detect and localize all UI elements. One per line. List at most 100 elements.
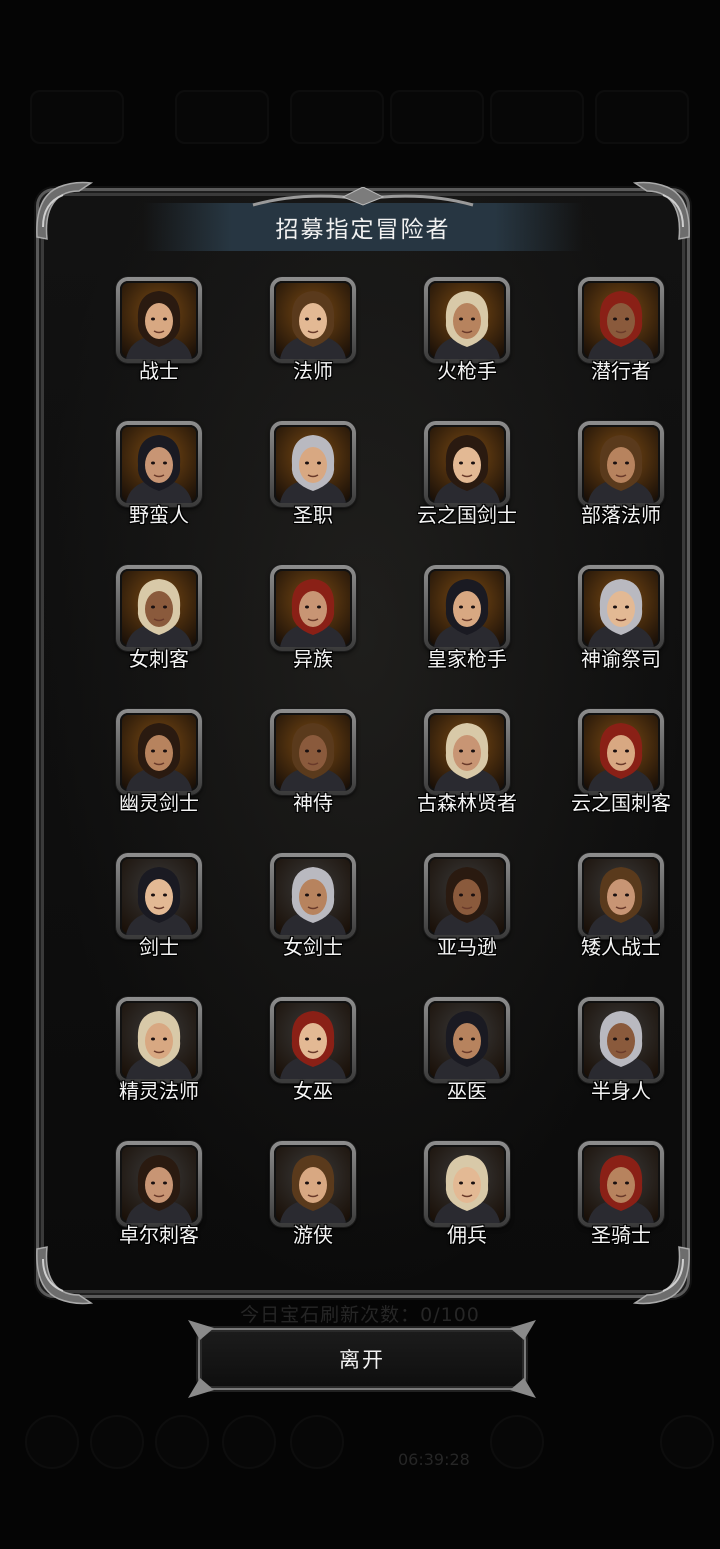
class-name-label: 云之国剑士 [417, 503, 517, 527]
portrait-frame[interactable] [270, 565, 356, 651]
portrait-frame[interactable] [424, 997, 510, 1083]
class-name-label: 战士 [139, 359, 179, 383]
beast-demon-portrait-icon [274, 569, 352, 647]
drow-assassin-portrait-icon [120, 1145, 198, 1223]
portrait-frame[interactable] [578, 565, 664, 651]
portrait-frame[interactable] [116, 853, 202, 939]
class-name-label: 矮人战士 [581, 935, 661, 959]
portrait-frame[interactable] [116, 997, 202, 1083]
portrait-frame[interactable] [116, 709, 202, 795]
portrait-frame[interactable] [578, 421, 664, 507]
portrait-frame[interactable] [116, 277, 202, 363]
portrait-frame[interactable] [270, 853, 356, 939]
portrait-frame[interactable] [270, 709, 356, 795]
button-spike-icon [188, 1320, 214, 1340]
class-option[interactable]: 女刺客 [86, 565, 240, 695]
class-option[interactable]: 精灵法师 [86, 997, 240, 1127]
class-option[interactable]: 异族 [240, 565, 394, 695]
portrait-frame[interactable] [424, 277, 510, 363]
ranger-portrait-icon [274, 1145, 352, 1223]
cloud-assassin-portrait-icon [582, 713, 660, 791]
class-option[interactable]: 野蛮人 [86, 421, 240, 551]
portrait-frame[interactable] [270, 1141, 356, 1227]
class-option[interactable]: 女巫 [240, 997, 394, 1127]
class-option[interactable]: 圣骑士 [548, 1141, 702, 1271]
class-option[interactable]: 皇家枪手 [394, 565, 548, 695]
background-icon [90, 1415, 144, 1469]
portrait-frame[interactable] [424, 565, 510, 651]
class-option[interactable]: 游侠 [240, 1141, 394, 1271]
swordsman-portrait-icon [120, 857, 198, 935]
background-slot [290, 90, 384, 144]
class-option[interactable]: 亚马逊 [394, 853, 548, 983]
portrait-frame[interactable] [424, 709, 510, 795]
class-option[interactable]: 法师 [240, 277, 394, 407]
class-option[interactable]: 潜行者 [548, 277, 702, 407]
leave-button[interactable]: 离开 [188, 1320, 536, 1398]
background-icon [25, 1415, 79, 1469]
class-name-label: 云之国刺客 [571, 791, 671, 815]
masked-rogue-portrait-icon [582, 281, 660, 359]
portrait-background [582, 1001, 660, 1079]
class-grid: 战士 法师 火枪手 潜行者 野蛮人 圣职 云之国剑士 部落法师 女刺客 异族 皇家枪手 神谕祭司 幽灵剑… [86, 277, 671, 1277]
portrait-frame[interactable] [270, 997, 356, 1083]
portrait-background [274, 1001, 352, 1079]
class-option[interactable]: 神谕祭司 [548, 565, 702, 695]
portrait-background [582, 569, 660, 647]
class-option[interactable]: 圣职 [240, 421, 394, 551]
class-option[interactable]: 幽灵剑士 [86, 709, 240, 839]
paladin-portrait-icon [582, 1145, 660, 1223]
portrait-background [120, 1145, 198, 1223]
portrait-frame[interactable] [270, 277, 356, 363]
class-option[interactable]: 部落法师 [548, 421, 702, 551]
portrait-frame[interactable] [116, 565, 202, 651]
portrait-background [428, 425, 506, 503]
barbarian-portrait-icon [120, 425, 198, 503]
class-option[interactable]: 卓尔刺客 [86, 1141, 240, 1271]
portrait-background [120, 569, 198, 647]
portrait-background [428, 281, 506, 359]
portrait-frame[interactable] [270, 421, 356, 507]
portrait-frame[interactable] [424, 421, 510, 507]
portrait-frame[interactable] [578, 853, 664, 939]
portrait-frame[interactable] [424, 853, 510, 939]
tribal-mage-portrait-icon [582, 425, 660, 503]
class-option[interactable]: 半身人 [548, 997, 702, 1127]
background-icon [222, 1415, 276, 1469]
background-top-bar [0, 80, 720, 150]
class-option[interactable]: 剑士 [86, 853, 240, 983]
mercenary-portrait-icon [428, 1145, 506, 1223]
portrait-frame[interactable] [116, 1141, 202, 1227]
class-option[interactable]: 云之国刺客 [548, 709, 702, 839]
portrait-frame[interactable] [116, 421, 202, 507]
portrait-frame[interactable] [578, 997, 664, 1083]
portrait-background [274, 569, 352, 647]
background-slot [490, 90, 584, 144]
class-option[interactable]: 神侍 [240, 709, 394, 839]
royal-gunner-portrait-icon [428, 569, 506, 647]
class-name-label: 女刺客 [129, 647, 189, 671]
portrait-frame[interactable] [424, 1141, 510, 1227]
button-spike-icon [188, 1378, 214, 1398]
class-name-label: 半身人 [591, 1079, 651, 1103]
halfling-portrait-icon [582, 1001, 660, 1079]
portrait-frame[interactable] [578, 1141, 664, 1227]
musketeer-portrait-icon [428, 281, 506, 359]
button-spike-icon [510, 1378, 536, 1398]
class-option[interactable]: 火枪手 [394, 277, 548, 407]
class-option[interactable]: 女剑士 [240, 853, 394, 983]
background-icon [290, 1415, 344, 1469]
class-name-label: 女巫 [293, 1079, 333, 1103]
portrait-background [428, 857, 506, 935]
class-option[interactable]: 佣兵 [394, 1141, 548, 1271]
class-option[interactable]: 战士 [86, 277, 240, 407]
class-option[interactable]: 古森林贤者 [394, 709, 548, 839]
class-option[interactable]: 云之国剑士 [394, 421, 548, 551]
portrait-background [274, 1145, 352, 1223]
portrait-frame[interactable] [578, 277, 664, 363]
class-option[interactable]: 矮人战士 [548, 853, 702, 983]
knight-helmet-portrait-icon [120, 281, 198, 359]
background-icon [155, 1415, 209, 1469]
class-option[interactable]: 巫医 [394, 997, 548, 1127]
portrait-frame[interactable] [578, 709, 664, 795]
